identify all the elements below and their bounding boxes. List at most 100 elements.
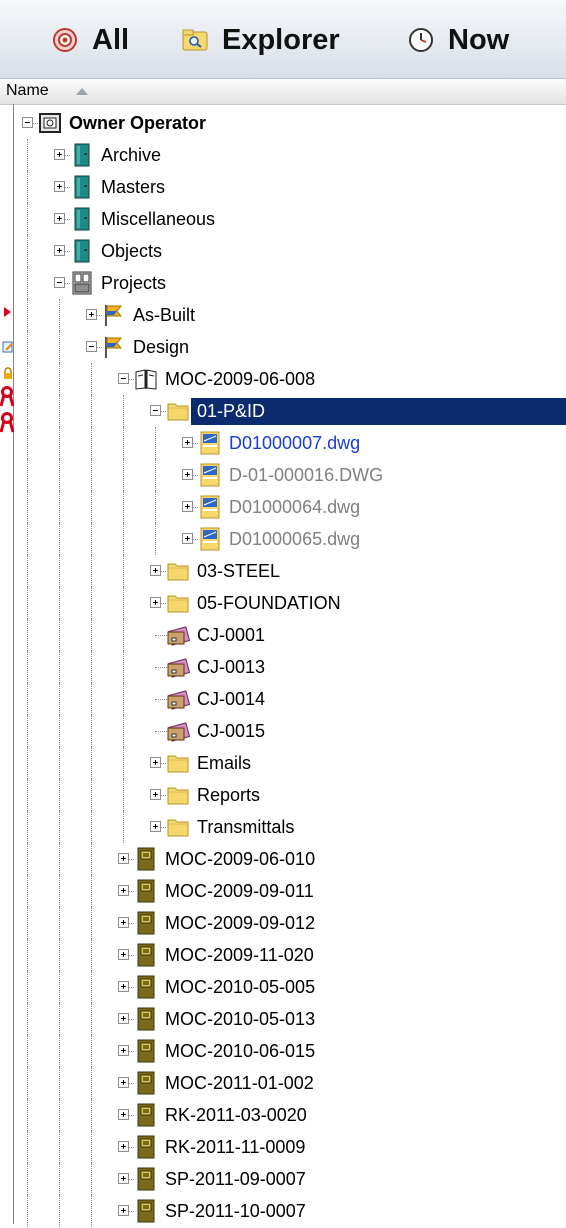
tree-guide-line [27, 939, 28, 971]
expand-icon[interactable] [54, 149, 65, 160]
projects-cabinet-icon [70, 271, 94, 295]
collapse-icon[interactable] [54, 277, 65, 288]
collapse-icon[interactable] [150, 405, 161, 416]
tree-guide-line [59, 779, 60, 811]
expand-icon[interactable] [118, 1109, 129, 1120]
expand-icon[interactable] [118, 885, 129, 896]
tree-row[interactable]: Emails [0, 747, 566, 779]
tree-row[interactable]: SP-2011-09-0007 [0, 1163, 566, 1195]
tree-row[interactable]: CJ-0014 [0, 683, 566, 715]
expand-icon[interactable] [118, 1013, 129, 1024]
tree-row[interactable]: 01-P&ID [0, 395, 566, 427]
tree-item-label: MOC-2009-06-008 [165, 369, 316, 389]
expand-icon[interactable] [182, 533, 193, 544]
expand-icon[interactable] [150, 821, 161, 832]
tree-row[interactable]: MOC-2010-05-013 [0, 1003, 566, 1035]
tree-row[interactable]: D-01-000016.DWG [0, 459, 566, 491]
cabinet-icon [70, 207, 94, 231]
expand-icon[interactable] [86, 309, 97, 320]
tree-guide-line [91, 523, 92, 555]
tree-item-label: Projects [101, 273, 167, 293]
column-header-name[interactable]: Name [0, 79, 566, 105]
expand-icon[interactable] [118, 917, 129, 928]
expand-icon[interactable] [118, 1141, 129, 1152]
tree-guide-line [91, 875, 92, 907]
collapse-icon[interactable] [86, 341, 97, 352]
tree-row[interactable]: As-Built [0, 299, 566, 331]
tree-row[interactable]: MOC-2009-09-012 [0, 907, 566, 939]
tree-guide-line [91, 939, 92, 971]
expand-icon[interactable] [118, 1077, 129, 1088]
tree-row[interactable]: 03-STEEL [0, 555, 566, 587]
project-book-icon [134, 1103, 158, 1127]
tree-guide-line [59, 875, 60, 907]
expand-icon[interactable] [118, 1173, 129, 1184]
expand-icon[interactable] [150, 565, 161, 576]
project-book-icon [134, 1199, 158, 1223]
tree-row[interactable]: MOC-2009-06-010 [0, 843, 566, 875]
tree-row[interactable]: MOC-2010-05-005 [0, 971, 566, 1003]
tree-row[interactable]: D01000065.dwg [0, 523, 566, 555]
tree-row[interactable]: MOC-2009-11-020 [0, 939, 566, 971]
tree-row[interactable]: D01000007.dwg [0, 427, 566, 459]
tree-guide-line [91, 395, 92, 427]
tree-row[interactable]: Reports [0, 779, 566, 811]
expand-icon[interactable] [118, 949, 129, 960]
tree-guide-line [27, 1035, 28, 1067]
tree-row[interactable]: D01000064.dwg [0, 491, 566, 523]
expand-icon[interactable] [182, 501, 193, 512]
tree-guide-line [27, 1131, 28, 1163]
tree-row[interactable]: 05-FOUNDATION [0, 587, 566, 619]
all-button[interactable]: All [52, 22, 129, 58]
tree-row[interactable]: Archive [0, 139, 566, 171]
tree-guide-line [91, 459, 92, 491]
tree-guide-line [91, 651, 92, 683]
tree-row[interactable]: CJ-0015 [0, 715, 566, 747]
expand-icon[interactable] [118, 853, 129, 864]
project-book-icon [134, 1007, 158, 1031]
tree-row[interactable]: Design [0, 331, 566, 363]
collapse-icon[interactable] [118, 373, 129, 384]
expand-icon[interactable] [54, 213, 65, 224]
tree-guide-line [59, 907, 60, 939]
tree-row[interactable]: Owner Operator [0, 107, 566, 139]
expand-icon[interactable] [150, 789, 161, 800]
tree-guide-line [123, 491, 124, 523]
tree-row[interactable]: CJ-0001 [0, 619, 566, 651]
expand-icon[interactable] [54, 181, 65, 192]
tree-row[interactable]: MOC-2010-06-015 [0, 1035, 566, 1067]
tree-item-label: Miscellaneous [101, 209, 216, 229]
tree-item-label: MOC-2009-06-010 [165, 849, 316, 869]
tree-row[interactable]: MOC-2011-01-002 [0, 1067, 566, 1099]
tree-row[interactable]: RK-2011-03-0020 [0, 1099, 566, 1131]
expand-icon[interactable] [150, 597, 161, 608]
tree-item-label: 03-STEEL [197, 561, 281, 581]
explorer-button[interactable]: Explorer [182, 22, 340, 58]
tree-item-label: Design [133, 337, 190, 357]
expand-icon[interactable] [182, 469, 193, 480]
tree-row[interactable]: Masters [0, 171, 566, 203]
tree-item-label: D-01-000016.DWG [229, 465, 384, 485]
tree-row[interactable]: Objects [0, 235, 566, 267]
tree-row[interactable]: MOC-2009-09-011 [0, 875, 566, 907]
expand-icon[interactable] [118, 1205, 129, 1216]
tree-row[interactable]: MOC-2009-06-008 [0, 363, 566, 395]
expand-icon[interactable] [54, 245, 65, 256]
tree-guide-line [59, 363, 60, 395]
expand-icon[interactable] [182, 437, 193, 448]
now-button[interactable]: Now [408, 22, 509, 58]
expand-icon[interactable] [150, 757, 161, 768]
expand-icon[interactable] [118, 1045, 129, 1056]
collapse-icon[interactable] [22, 117, 33, 128]
tree-row[interactable]: Transmittals [0, 811, 566, 843]
tree-guide-line [123, 619, 124, 651]
tree-row[interactable]: RK-2011-11-0009 [0, 1131, 566, 1163]
tree-guide-line [27, 459, 28, 491]
tree-row[interactable]: SP-2011-10-0007 [0, 1195, 566, 1227]
expand-icon[interactable] [118, 981, 129, 992]
column-header-label: Name [6, 82, 49, 99]
tree-row[interactable]: Miscellaneous [0, 203, 566, 235]
tree-row[interactable]: Projects [0, 267, 566, 299]
tree-row[interactable]: CJ-0013 [0, 651, 566, 683]
tree-guide-line [27, 1163, 28, 1195]
